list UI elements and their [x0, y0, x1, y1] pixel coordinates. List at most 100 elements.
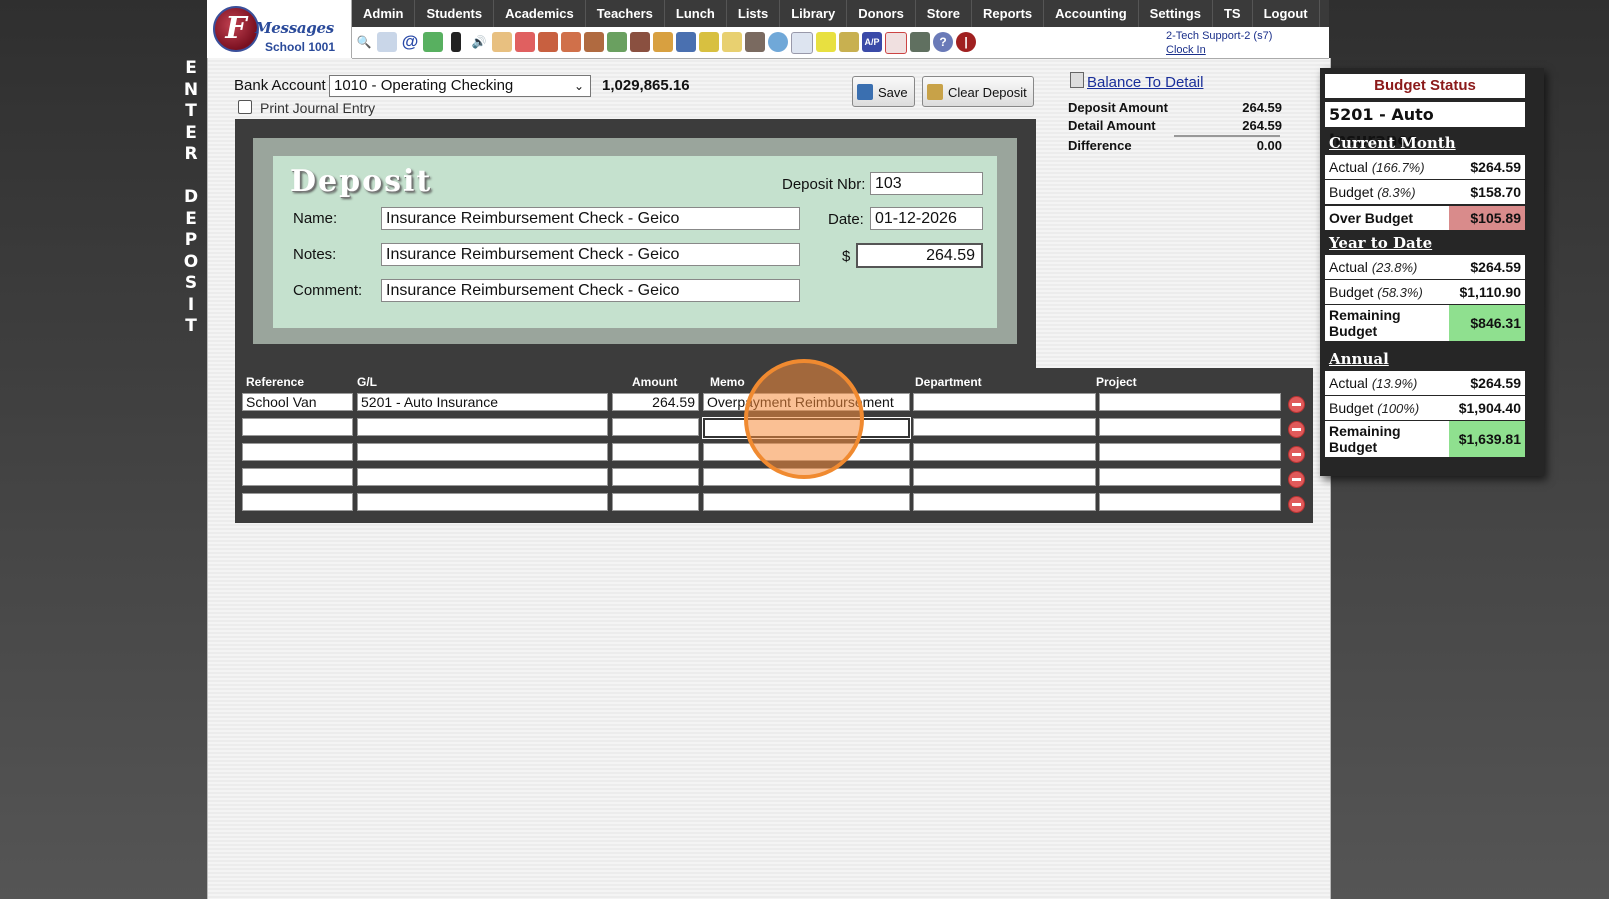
- cash-icon[interactable]: [910, 32, 930, 52]
- menu-admin[interactable]: Admin: [352, 0, 416, 27]
- ytd-heading[interactable]: Year to Date: [1329, 234, 1432, 252]
- row3-project[interactable]: [1099, 443, 1281, 461]
- comment-field[interactable]: Insurance Reimbursement Check - Geico: [381, 279, 800, 302]
- row2-project[interactable]: [1099, 418, 1281, 436]
- row5-reference[interactable]: [242, 493, 353, 511]
- pdf-icon[interactable]: [885, 32, 907, 54]
- document-icon[interactable]: [791, 32, 813, 54]
- menu-reports[interactable]: Reports: [972, 0, 1045, 27]
- ap-icon[interactable]: A/P: [862, 32, 882, 52]
- clear-icon: [927, 84, 943, 100]
- print-journal-label: Print Journal Entry: [260, 100, 376, 116]
- row3-reference[interactable]: [242, 443, 353, 461]
- phone-icon[interactable]: [451, 32, 461, 52]
- app-logo[interactable]: F Messages School 1001: [207, 0, 352, 58]
- remove-row-icon[interactable]: [1288, 471, 1305, 488]
- side-title-letter: T: [185, 316, 197, 336]
- envelope-arrow-icon[interactable]: [722, 32, 742, 52]
- menu-ts[interactable]: TS: [1213, 0, 1253, 27]
- annual-heading[interactable]: Annual: [1329, 350, 1389, 368]
- person-icon[interactable]: [745, 32, 765, 52]
- email-icon[interactable]: @: [400, 32, 420, 52]
- menu-settings[interactable]: Settings: [1139, 0, 1213, 27]
- row1-amount[interactable]: 264.59: [612, 393, 699, 411]
- menu-lunch[interactable]: Lunch: [665, 0, 727, 27]
- remove-row-icon[interactable]: [1288, 396, 1305, 413]
- speaker-icon[interactable]: 🔊: [469, 32, 489, 52]
- row1-reference[interactable]: School Van: [242, 393, 353, 411]
- remove-row-icon[interactable]: [1288, 496, 1305, 513]
- power-icon[interactable]: |: [956, 32, 976, 52]
- menu-teachers[interactable]: Teachers: [586, 0, 665, 27]
- row1-gl[interactable]: 5201 - Auto Insurance: [357, 393, 608, 411]
- row5-project[interactable]: [1099, 493, 1281, 511]
- row5-department[interactable]: [913, 493, 1096, 511]
- menu-library[interactable]: Library: [780, 0, 848, 27]
- menu-lists[interactable]: Lists: [727, 0, 781, 27]
- remove-row-icon[interactable]: [1288, 421, 1305, 438]
- current-month-heading[interactable]: Current Month: [1329, 134, 1456, 152]
- help-icon[interactable]: ?: [933, 32, 953, 52]
- row1-memo[interactable]: Overpayment Reimbursement: [703, 393, 910, 411]
- row4-department[interactable]: [913, 468, 1096, 486]
- row2-reference[interactable]: [242, 418, 353, 436]
- lunch-icon[interactable]: [653, 32, 673, 52]
- row5-gl[interactable]: [357, 493, 608, 511]
- side-title-letter: N: [183, 79, 199, 100]
- row2-amount[interactable]: [612, 418, 699, 436]
- deposit-nbr-field[interactable]: 103: [870, 172, 983, 195]
- row1-department[interactable]: [913, 393, 1096, 411]
- clear-deposit-button[interactable]: Clear Deposit: [922, 76, 1034, 107]
- row2-gl[interactable]: [357, 418, 608, 436]
- people-icon[interactable]: [561, 32, 581, 52]
- menu-students[interactable]: Students: [415, 0, 495, 27]
- row4-memo[interactable]: [703, 468, 910, 486]
- clock-in-link[interactable]: Clock In: [1166, 43, 1272, 57]
- row3-gl[interactable]: [357, 443, 608, 461]
- name-field[interactable]: Insurance Reimbursement Check - Geico: [381, 207, 800, 230]
- calendar-icon[interactable]: [515, 32, 535, 52]
- row5-amount[interactable]: [612, 493, 699, 511]
- row2-memo[interactable]: [703, 418, 910, 438]
- menu-donors[interactable]: Donors: [847, 0, 916, 27]
- bank-account-select[interactable]: 1010 - Operating Checking ⌄: [329, 75, 591, 97]
- row3-department[interactable]: [913, 443, 1096, 461]
- calendar-grid-icon[interactable]: [377, 32, 397, 52]
- row3-amount[interactable]: [612, 443, 699, 461]
- menu-store[interactable]: Store: [916, 0, 973, 27]
- row4-project[interactable]: [1099, 468, 1281, 486]
- notes-field[interactable]: Insurance Reimbursement Check - Geico: [381, 243, 800, 266]
- row4-amount[interactable]: [612, 468, 699, 486]
- row2-department[interactable]: [913, 418, 1096, 436]
- date-field[interactable]: 01-12-2026: [870, 207, 983, 230]
- megaphone-icon[interactable]: [538, 32, 558, 52]
- menu-academics[interactable]: Academics: [494, 0, 586, 27]
- newsletter-icon[interactable]: [492, 32, 512, 52]
- clock-icon[interactable]: [768, 32, 788, 52]
- row1-project[interactable]: [1099, 393, 1281, 411]
- support-user: 2-Tech Support-2 (s7): [1166, 30, 1273, 42]
- people2-icon[interactable]: [584, 32, 604, 52]
- row4-gl[interactable]: [357, 468, 608, 486]
- group-icon[interactable]: [630, 32, 650, 52]
- money-icon[interactable]: [607, 32, 627, 52]
- save-button[interactable]: Save: [852, 76, 915, 107]
- barcode-icon[interactable]: [816, 32, 836, 52]
- menu-accounting[interactable]: Accounting: [1044, 0, 1139, 27]
- menu-logout[interactable]: Logout: [1253, 0, 1320, 27]
- chat-icon[interactable]: [423, 32, 443, 52]
- search-icon[interactable]: 🔍: [354, 32, 374, 52]
- printer-icon[interactable]: [839, 32, 859, 52]
- row4-reference[interactable]: [242, 468, 353, 486]
- print-journal-checkbox[interactable]: [238, 100, 252, 114]
- row5-memo[interactable]: [703, 493, 910, 511]
- book-icon[interactable]: [676, 32, 696, 52]
- amount-field[interactable]: 264.59: [856, 243, 983, 268]
- balance-to-detail-link[interactable]: Balance To Detail: [1087, 74, 1203, 91]
- comment-label: Comment:: [293, 282, 363, 299]
- remove-row-icon[interactable]: [1288, 446, 1305, 463]
- print-journal-entry[interactable]: Print Journal Entry: [238, 100, 375, 116]
- calculator-icon[interactable]: [1070, 72, 1084, 88]
- ticket-icon[interactable]: [699, 32, 719, 52]
- row3-memo[interactable]: [703, 443, 910, 461]
